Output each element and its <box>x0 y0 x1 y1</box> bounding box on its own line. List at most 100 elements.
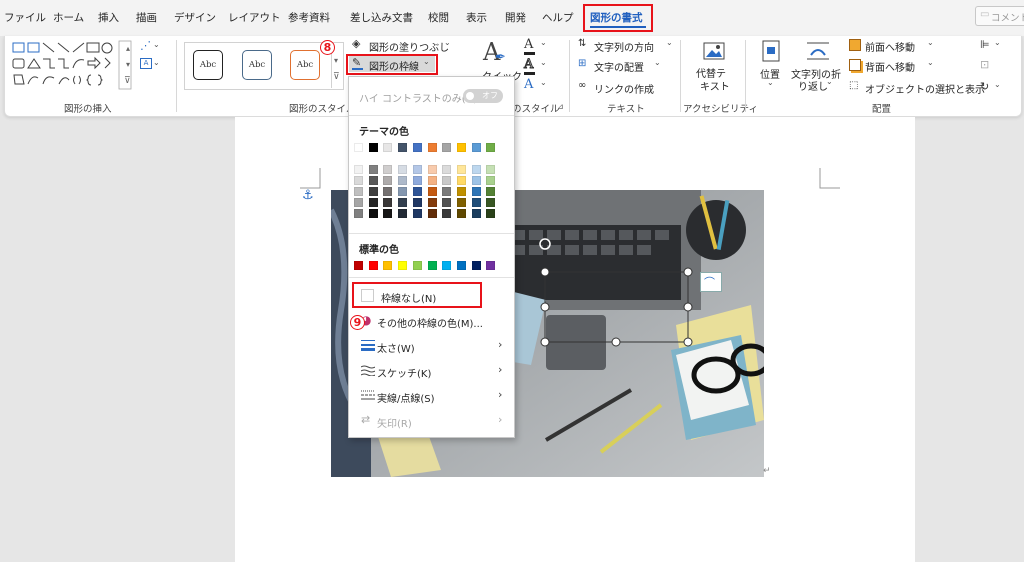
tab-review[interactable]: 校閲 <box>428 10 449 25</box>
tab-mailings[interactable]: 差し込み文書 <box>350 10 413 25</box>
theme-shade-swatch[interactable] <box>427 165 437 174</box>
tab-view[interactable]: 表示 <box>466 10 487 25</box>
theme-shade-swatch[interactable] <box>354 165 363 174</box>
gallery-more-icon[interactable]: ⊽ <box>333 72 340 82</box>
theme-shade-swatch[interactable] <box>398 165 408 174</box>
theme-shade-swatch[interactable] <box>368 187 378 196</box>
style-sample-black[interactable]: Abc <box>193 50 223 80</box>
layout-options-button[interactable]: ⌒ <box>700 272 722 292</box>
tab-help[interactable]: ヘルプ <box>542 10 574 25</box>
theme-shade-swatch[interactable] <box>456 165 466 174</box>
create-link-button[interactable]: ∞ リンクの作成 <box>578 80 674 96</box>
standard-color-swatch[interactable] <box>383 261 393 270</box>
theme-shade-swatch[interactable] <box>427 198 437 207</box>
theme-shade-swatch[interactable] <box>412 209 422 218</box>
bring-forward-button[interactable]: 前面へ移動 ⌄ <box>849 38 949 54</box>
gallery-scroll-up-icon[interactable]: ▴ <box>126 44 130 53</box>
tab-layout[interactable]: レイアウト <box>228 10 281 25</box>
theme-shade-swatch[interactable] <box>354 198 363 207</box>
theme-shade-swatch[interactable] <box>486 176 496 185</box>
theme-shade-swatch[interactable] <box>486 187 496 196</box>
theme-color-swatch[interactable] <box>486 143 496 152</box>
theme-shade-swatch[interactable] <box>398 209 408 218</box>
theme-color-swatch[interactable] <box>427 143 437 152</box>
theme-shade-swatch[interactable] <box>368 198 378 207</box>
theme-shade-swatch[interactable] <box>456 198 466 207</box>
theme-shade-swatch[interactable] <box>368 209 378 218</box>
align-text-button[interactable]: ⊞ 文字の配置 ⌄ <box>578 58 674 74</box>
theme-shade-swatch[interactable] <box>398 198 408 207</box>
theme-shade-swatch[interactable] <box>471 176 481 185</box>
rotate-button[interactable]: ↻ ⌄ <box>980 80 1010 96</box>
theme-shade-swatch[interactable] <box>412 187 422 196</box>
theme-color-swatch[interactable] <box>383 143 393 152</box>
theme-color-swatch[interactable] <box>471 143 481 152</box>
gallery-scroll-down-icon[interactable]: ▾ <box>334 56 338 65</box>
standard-color-swatch[interactable] <box>354 261 363 270</box>
tab-file[interactable]: ファイル <box>4 10 46 25</box>
theme-shade-swatch[interactable] <box>368 176 378 185</box>
theme-shade-swatch[interactable] <box>412 165 422 174</box>
text-box-button[interactable]: A ⌄ <box>140 58 162 72</box>
standard-color-swatch[interactable] <box>442 261 452 270</box>
text-effects-button[interactable]: A ⌄ <box>524 77 550 94</box>
theme-shade-swatch[interactable] <box>442 209 452 218</box>
theme-shade-swatch[interactable] <box>442 198 452 207</box>
text-direction-button[interactable]: ⇅ 文字列の方向 ⌄ <box>578 38 674 54</box>
theme-shade-swatch[interactable] <box>383 176 393 185</box>
send-backward-button[interactable]: 背面へ移動 ⌄ <box>849 58 949 74</box>
standard-color-swatch[interactable] <box>412 261 422 270</box>
theme-shade-swatch[interactable] <box>412 176 422 185</box>
more-outline-colors-item[interactable]: ◕ その他の枠線の色(M)... <box>349 309 514 331</box>
selection-pane-button[interactable]: ⬚ オブジェクトの選択と表示 <box>849 80 985 96</box>
theme-shade-swatch[interactable] <box>486 198 496 207</box>
tab-developer[interactable]: 開発 <box>505 10 526 25</box>
theme-shade-swatch[interactable] <box>471 209 481 218</box>
theme-shade-swatch[interactable] <box>398 176 408 185</box>
standard-color-swatch[interactable] <box>456 261 466 270</box>
dialog-launcher-icon[interactable]: ⊿ <box>557 102 564 111</box>
position-button[interactable]: 位置 ⌄ <box>756 40 786 92</box>
standard-color-swatch[interactable] <box>427 261 437 270</box>
standard-color-swatch[interactable] <box>486 261 496 270</box>
theme-shade-swatch[interactable] <box>383 209 393 218</box>
standard-color-swatch[interactable] <box>398 261 408 270</box>
theme-shade-swatch[interactable] <box>471 165 481 174</box>
group-button[interactable]: ⊡ <box>980 58 1010 74</box>
theme-color-swatch[interactable] <box>398 143 408 152</box>
theme-shade-swatch[interactable] <box>383 187 393 196</box>
tab-draw[interactable]: 描画 <box>136 10 157 25</box>
standard-color-swatch[interactable] <box>471 261 481 270</box>
theme-color-swatch[interactable] <box>368 143 378 152</box>
shape-selection-frame[interactable] <box>500 228 740 358</box>
theme-shade-swatch[interactable] <box>412 198 422 207</box>
theme-shade-swatch[interactable] <box>442 165 452 174</box>
theme-shade-swatch[interactable] <box>486 165 496 174</box>
comment-button[interactable]: ▭ コメント <box>975 6 1024 26</box>
edit-shape-button[interactable]: ⋰ ⌄ <box>140 39 162 54</box>
theme-shade-swatch[interactable] <box>368 165 378 174</box>
theme-shade-swatch[interactable] <box>354 187 363 196</box>
theme-color-swatch[interactable] <box>354 143 363 152</box>
tab-design[interactable]: デザイン <box>174 10 216 25</box>
style-sample-orange[interactable]: Abc <box>290 50 320 80</box>
tab-home[interactable]: ホーム <box>53 10 84 25</box>
text-outline-button[interactable]: A ⌄ <box>523 57 550 75</box>
theme-shade-swatch[interactable] <box>354 176 363 185</box>
theme-shade-swatch[interactable] <box>456 209 466 218</box>
theme-shade-swatch[interactable] <box>442 176 452 185</box>
tab-references[interactable]: 参考資料 <box>288 10 330 25</box>
theme-shade-swatch[interactable] <box>471 198 481 207</box>
sketch-item[interactable]: スケッチ(K) › <box>349 359 514 381</box>
theme-color-swatch[interactable] <box>456 143 466 152</box>
theme-shade-swatch[interactable] <box>398 187 408 196</box>
theme-shade-swatch[interactable] <box>383 198 393 207</box>
theme-shade-swatch[interactable] <box>471 187 481 196</box>
theme-shade-swatch[interactable] <box>427 187 437 196</box>
arrows-item[interactable]: ⇄ 矢印(R) › <box>349 409 514 431</box>
theme-shade-swatch[interactable] <box>486 209 496 218</box>
theme-shade-swatch[interactable] <box>354 209 363 218</box>
gallery-more-icon[interactable]: ⊽ <box>124 76 131 86</box>
tab-insert[interactable]: 挿入 <box>98 10 119 25</box>
weight-item[interactable]: 太さ(W) › <box>349 334 514 356</box>
